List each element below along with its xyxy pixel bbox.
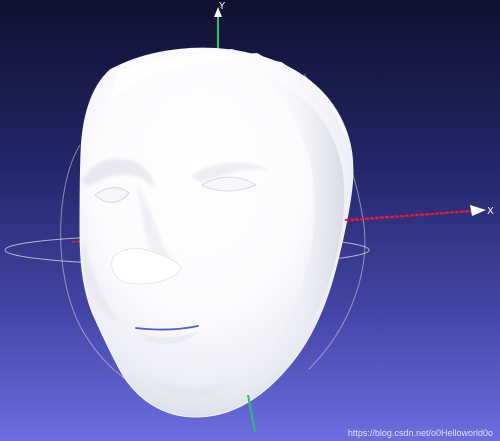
- 3d-face-mesh-icon[interactable]: [79, 47, 354, 418]
- face-silhouette[interactable]: [79, 47, 354, 418]
- x-axis-arrow: [470, 205, 486, 216]
- 3d-mesh-viewport[interactable]: Y X https://blog.csdn.net/o0Helloworld0o: [0, 0, 500, 441]
- y-axis-arrow: [214, 7, 222, 17]
- 3d-scene[interactable]: [0, 0, 500, 441]
